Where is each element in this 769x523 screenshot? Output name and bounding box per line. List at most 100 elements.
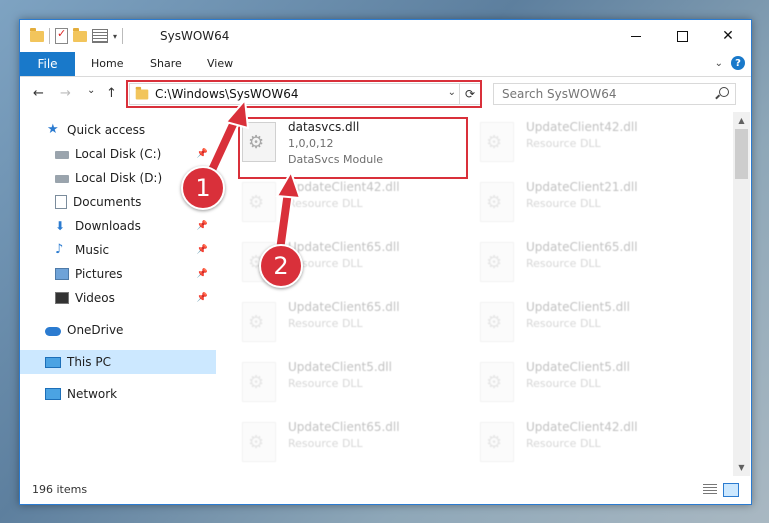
sidebar-item-network[interactable]: Network bbox=[20, 382, 216, 406]
properties-icon[interactable] bbox=[55, 27, 68, 44]
details-view-icon[interactable] bbox=[703, 484, 717, 495]
sidebar-item-downloads[interactable]: ⬇ Downloads 📌 bbox=[20, 214, 216, 238]
vertical-scrollbar[interactable]: ▲ ▼ bbox=[733, 112, 750, 476]
file-item[interactable]: UpdateClient65.dll Resource DLL bbox=[480, 240, 705, 292]
close-icon: ✕ bbox=[722, 28, 734, 44]
disk-icon bbox=[55, 151, 69, 159]
star-icon: ★ bbox=[47, 122, 59, 137]
file-item[interactable]: UpdateClient5.dll Resource DLL bbox=[480, 300, 705, 352]
dll-file-icon bbox=[480, 242, 514, 282]
scroll-up-icon[interactable]: ▲ bbox=[733, 112, 750, 129]
sidebar-item-onedrive[interactable]: OneDrive bbox=[20, 318, 216, 342]
up-button[interactable]: ↑ bbox=[106, 86, 117, 101]
dll-file-icon bbox=[242, 302, 276, 342]
sidebar-item-label: Local Disk (C:) bbox=[75, 147, 162, 161]
search-icon[interactable] bbox=[719, 87, 729, 97]
music-icon: ♪ bbox=[55, 242, 64, 257]
dll-file-icon bbox=[242, 362, 276, 402]
file-highlight bbox=[238, 117, 468, 179]
file-name: UpdateClient42.dll bbox=[288, 180, 400, 194]
sidebar-item-label: Downloads bbox=[75, 219, 141, 233]
recent-locations-button[interactable]: ⌄ bbox=[87, 85, 95, 96]
maximize-button[interactable] bbox=[659, 20, 705, 52]
pin-icon[interactable]: 📌 bbox=[197, 149, 208, 159]
maximize-icon bbox=[676, 30, 688, 42]
dll-file-icon bbox=[480, 182, 514, 222]
sidebar-item-videos[interactable]: Videos 📌 bbox=[20, 286, 216, 310]
scroll-thumb[interactable] bbox=[735, 129, 748, 179]
videos-icon bbox=[55, 292, 69, 304]
dll-file-icon bbox=[480, 122, 514, 162]
download-icon: ⬇ bbox=[55, 219, 66, 233]
file-item[interactable]: UpdateClient42.dll Resource DLL bbox=[480, 420, 705, 472]
forward-button[interactable]: → bbox=[60, 86, 71, 101]
file-name: UpdateClient5.dll bbox=[526, 360, 630, 374]
view-options-icon[interactable] bbox=[92, 29, 108, 43]
minimize-icon bbox=[631, 35, 641, 37]
sidebar-item-pictures[interactable]: Pictures 📌 bbox=[20, 262, 216, 286]
pin-icon[interactable]: 📌 bbox=[197, 293, 208, 303]
address-bar-highlight bbox=[126, 80, 482, 108]
sidebar-item-this-pc[interactable]: This PC bbox=[20, 350, 216, 374]
scroll-down-icon[interactable]: ▼ bbox=[733, 459, 750, 476]
tab-file[interactable]: File bbox=[20, 52, 75, 76]
expand-ribbon-icon[interactable]: ⌄ bbox=[715, 58, 723, 69]
dll-file-icon bbox=[242, 422, 276, 462]
file-item[interactable]: UpdateClient42.dll Resource DLL bbox=[242, 180, 467, 232]
pin-icon[interactable]: 📌 bbox=[197, 221, 208, 231]
tab-home[interactable]: Home bbox=[91, 57, 123, 70]
computer-icon bbox=[45, 356, 61, 368]
file-item[interactable]: UpdateClient42.dll Resource DLL bbox=[480, 120, 705, 172]
title-bar: ▾ SysWOW64 ✕ bbox=[20, 20, 751, 52]
sidebar-item-label: Local Disk (D:) bbox=[75, 171, 163, 185]
pin-icon[interactable]: 📌 bbox=[197, 245, 208, 255]
file-description: Resource DLL bbox=[526, 437, 601, 450]
file-name: UpdateClient42.dll bbox=[526, 120, 638, 134]
large-icons-view-icon[interactable] bbox=[723, 483, 739, 497]
callout-2: 2 bbox=[259, 244, 303, 288]
close-button[interactable]: ✕ bbox=[705, 20, 751, 52]
sidebar-item-local-disk-c[interactable]: Local Disk (C:) 📌 bbox=[20, 142, 216, 166]
minimize-button[interactable] bbox=[613, 20, 659, 52]
ribbon-controls: ⌄ ? bbox=[715, 56, 745, 70]
tab-view[interactable]: View bbox=[207, 57, 233, 70]
sidebar-item-label: Music bbox=[75, 243, 110, 257]
file-item[interactable]: UpdateClient21.dll Resource DLL bbox=[480, 180, 705, 232]
file-description: Resource DLL bbox=[288, 197, 363, 210]
file-name: UpdateClient5.dll bbox=[526, 300, 630, 314]
back-button[interactable]: ← bbox=[33, 86, 44, 101]
search-box[interactable] bbox=[493, 83, 736, 105]
file-item[interactable]: UpdateClient65.dll Resource DLL bbox=[242, 300, 467, 352]
ribbon-tabs: File Home Share View ⌄ ? bbox=[20, 52, 751, 77]
help-icon[interactable]: ? bbox=[731, 56, 745, 70]
file-name: UpdateClient65.dll bbox=[526, 240, 638, 254]
tab-share[interactable]: Share bbox=[150, 57, 182, 70]
file-item[interactable]: UpdateClient65.dll Resource DLL bbox=[242, 420, 467, 472]
quick-access-toolbar: ▾ bbox=[30, 27, 124, 44]
file-name: UpdateClient5.dll bbox=[288, 360, 392, 374]
file-description: Resource DLL bbox=[526, 317, 601, 330]
search-input[interactable] bbox=[500, 84, 704, 104]
file-item[interactable]: UpdateClient5.dll Resource DLL bbox=[480, 360, 705, 412]
file-description: Resource DLL bbox=[288, 317, 363, 330]
sidebar-item-label: This PC bbox=[67, 355, 111, 369]
new-folder-icon[interactable] bbox=[73, 27, 87, 42]
customize-toolbar-chevron-icon[interactable]: ▾ bbox=[113, 32, 117, 41]
dll-file-icon bbox=[480, 362, 514, 402]
file-description: Resource DLL bbox=[288, 377, 363, 390]
dll-file-icon bbox=[480, 422, 514, 462]
file-description: Resource DLL bbox=[288, 437, 363, 450]
sidebar-item-music[interactable]: ♪ Music 📌 bbox=[20, 238, 216, 262]
pictures-icon bbox=[55, 268, 69, 280]
pin-icon[interactable]: 📌 bbox=[197, 269, 208, 279]
sidebar-item-quick-access[interactable]: ★ Quick access bbox=[20, 118, 216, 142]
sidebar-item-label: Quick access bbox=[67, 123, 146, 137]
file-name: UpdateClient65.dll bbox=[288, 240, 400, 254]
file-item[interactable]: UpdateClient5.dll Resource DLL bbox=[242, 360, 467, 412]
status-bar: 196 items bbox=[20, 476, 751, 504]
file-description: Resource DLL bbox=[526, 257, 601, 270]
file-name: UpdateClient21.dll bbox=[526, 180, 638, 194]
dll-file-icon bbox=[242, 182, 276, 222]
sidebar-item-label: Documents bbox=[73, 195, 142, 209]
file-name: UpdateClient65.dll bbox=[288, 420, 400, 434]
